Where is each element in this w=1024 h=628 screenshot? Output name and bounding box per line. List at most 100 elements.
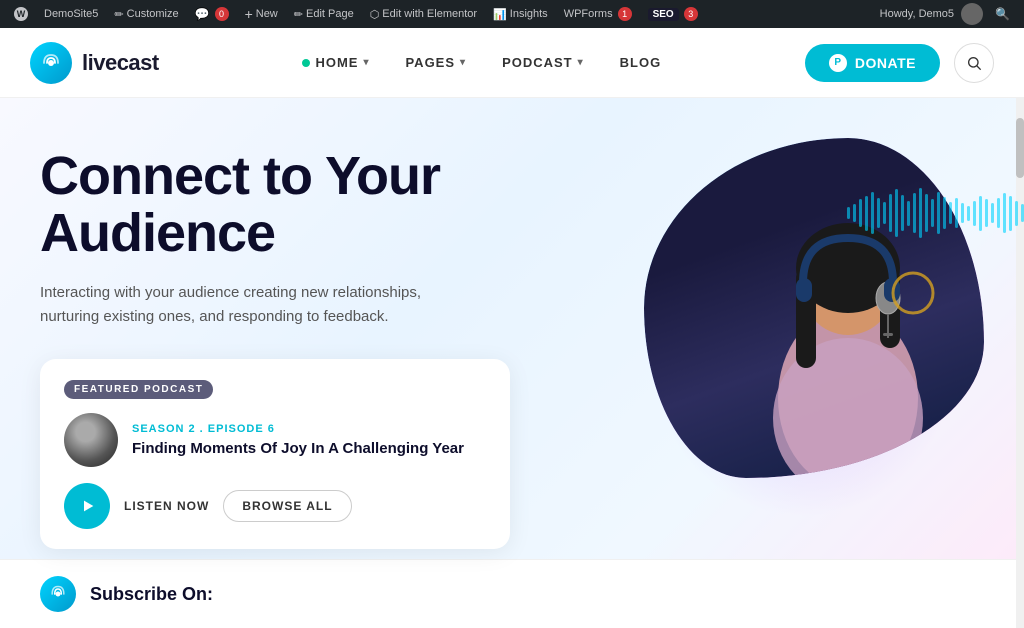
plus-icon: + <box>245 6 253 22</box>
main-nav: livecast HOME ▾ PAGES ▾ PODCAST ▾ BLOG P… <box>0 28 1024 98</box>
wave-bar <box>997 198 1000 228</box>
wpforms-label: WPForms <box>564 8 613 20</box>
customize-label: Customize <box>127 8 179 20</box>
home-dot <box>302 59 310 67</box>
admin-bar-howdy[interactable]: Howdy, Demo5 <box>874 3 989 25</box>
edit-page-label: Edit Page <box>306 8 354 20</box>
wave-bar <box>991 203 994 223</box>
nav-home-label: HOME <box>315 55 358 70</box>
home-chevron: ▾ <box>363 57 369 68</box>
wave-bar <box>961 203 964 223</box>
admin-bar-customize[interactable]: ✏ Customize <box>108 0 184 28</box>
nav-search-button[interactable] <box>954 43 994 83</box>
wave-bar <box>1009 196 1012 231</box>
podcast-card: FEATURED PODCAST SEASON 2 . EPISODE 6 Fi… <box>40 359 510 549</box>
play-icon <box>80 498 96 514</box>
hero-section: Connect to Your Audience Interacting wit… <box>0 98 1024 628</box>
wave-bar <box>967 206 970 221</box>
wpforms-badge: 1 <box>618 7 632 21</box>
wave-bar <box>925 194 928 232</box>
wave-bar <box>889 194 892 232</box>
nav-podcast-label: PODCAST <box>502 55 573 70</box>
wave-bar <box>871 192 874 234</box>
wave-bar <box>913 193 916 233</box>
wave-bar <box>955 198 958 228</box>
site-name: DemoSite5 <box>44 8 98 20</box>
podcast-episode-title: Finding Moments Of Joy In A Challenging … <box>132 439 486 459</box>
wave-bar <box>979 196 982 231</box>
hero-content: Connect to Your Audience Interacting wit… <box>40 148 560 549</box>
wave-bar <box>895 189 898 237</box>
admin-bar-seo[interactable]: SEO 3 <box>642 0 704 28</box>
subscribe-icon <box>40 576 76 612</box>
wave-bar <box>847 207 850 219</box>
admin-bar-comments[interactable]: 💬 0 <box>189 0 235 28</box>
subscribe-label: Subscribe On: <box>90 584 213 605</box>
nav-pages[interactable]: PAGES ▾ <box>387 28 484 98</box>
waveform <box>837 178 1024 248</box>
listen-now-button[interactable]: LISTEN NOW <box>124 499 209 513</box>
podcast-thumb-image <box>64 413 118 467</box>
insights-label: Insights <box>510 8 548 20</box>
hero-subtitle: Interacting with your audience creating … <box>40 281 470 329</box>
logo[interactable]: livecast <box>30 42 159 84</box>
wave-bar <box>973 201 976 226</box>
logo-svg <box>39 51 63 75</box>
admin-bar: W DemoSite5 ✏ Customize 💬 0 + New ✏ Edit… <box>0 0 1024 28</box>
nav-home[interactable]: HOME ▾ <box>284 28 387 98</box>
pages-chevron: ▾ <box>460 57 466 68</box>
wave-bar <box>949 202 952 224</box>
wave-bar <box>901 195 904 231</box>
donate-label: DONATE <box>855 55 916 71</box>
search-icon <box>966 55 982 71</box>
hero-image-area <box>604 118 1024 548</box>
hero-title: Connect to Your Audience <box>40 148 560 261</box>
admin-bar-new[interactable]: + New <box>239 0 284 28</box>
admin-bar-right: Howdy, Demo5 🔍 <box>874 3 1016 25</box>
elementor-label: Edit with Elementor <box>382 8 477 20</box>
wave-bar <box>1003 193 1006 233</box>
wave-bar <box>877 198 880 228</box>
nav-podcast[interactable]: PODCAST ▾ <box>484 28 602 98</box>
wave-bar <box>1015 201 1018 226</box>
howdy-label: Howdy, Demo5 <box>880 8 954 20</box>
wave-bar <box>985 199 988 227</box>
admin-bar-wpforms[interactable]: WPForms 1 <box>558 0 638 28</box>
admin-bar-elementor[interactable]: ⬡ Edit with Elementor <box>364 0 483 28</box>
admin-bar-insights[interactable]: 📊 Insights <box>487 0 554 28</box>
nav-links: HOME ▾ PAGES ▾ PODCAST ▾ BLOG <box>284 28 679 98</box>
featured-badge: FEATURED PODCAST <box>64 380 213 399</box>
admin-bar-search[interactable]: 🔍 <box>989 7 1016 21</box>
seo-label-box: SEO <box>648 8 679 21</box>
admin-bar-wp[interactable]: W <box>8 0 34 28</box>
nav-pages-label: PAGES <box>405 55 455 70</box>
admin-bar-site[interactable]: DemoSite5 <box>38 0 104 28</box>
wave-bar <box>853 204 856 222</box>
comments-badge: 0 <box>215 7 229 21</box>
seo-badge: 3 <box>684 7 698 21</box>
wave-bar <box>907 201 910 226</box>
podcast-thumbnail <box>64 413 118 467</box>
admin-bar-edit-page[interactable]: ✏ Edit Page <box>288 0 360 28</box>
podcast-episode: SEASON 2 . EPISODE 6 Finding Moments Of … <box>64 413 486 467</box>
wave-bar <box>931 199 934 227</box>
new-label: New <box>256 8 278 20</box>
podcast-season: SEASON 2 . EPISODE 6 <box>132 423 486 435</box>
podcast-meta: SEASON 2 . EPISODE 6 Finding Moments Of … <box>132 423 486 459</box>
play-button[interactable] <box>64 483 110 529</box>
podcast-icon <box>48 584 68 604</box>
wave-bar <box>865 196 868 231</box>
wave-bar <box>937 192 940 234</box>
wave-bar <box>883 202 886 224</box>
browse-all-button[interactable]: BROWSE ALL <box>223 490 351 522</box>
podcast-chevron: ▾ <box>578 57 584 68</box>
nav-blog[interactable]: BLOG <box>602 28 680 98</box>
patreon-icon: P <box>829 54 847 72</box>
wave-bar <box>943 197 946 229</box>
logo-icon <box>30 42 72 84</box>
avatar <box>961 3 983 25</box>
search-icon: 🔍 <box>995 7 1010 21</box>
wordpress-icon: W <box>14 7 28 21</box>
donate-button[interactable]: P DONATE <box>805 44 940 82</box>
logo-text: livecast <box>82 50 159 76</box>
